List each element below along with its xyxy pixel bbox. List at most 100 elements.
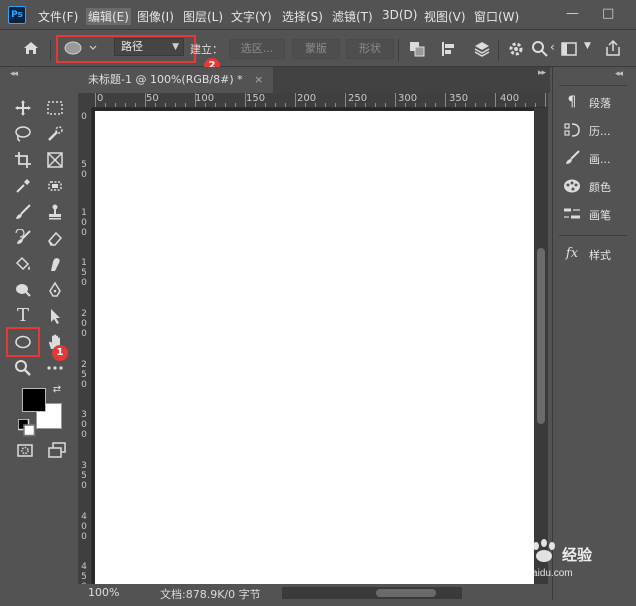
menu-select[interactable]: 选择(S) xyxy=(282,8,323,25)
paint-bucket-tool-icon[interactable] xyxy=(12,253,34,275)
ruler-h-label: 0 xyxy=(97,93,104,104)
horizontal-scrollbar[interactable] xyxy=(282,587,462,599)
eyedropper-tool-icon[interactable] xyxy=(12,175,34,197)
panel-label: 段落 xyxy=(589,97,611,110)
menu-image[interactable]: 图像(I) xyxy=(137,8,174,25)
menu-layer[interactable]: 图层(L) xyxy=(183,8,223,25)
make-shape-button[interactable]: 形状 xyxy=(346,39,394,59)
marquee-tool-icon[interactable] xyxy=(44,97,66,119)
menu-file[interactable]: 文件(F) xyxy=(38,8,78,25)
type-tool-icon[interactable]: T xyxy=(12,305,34,327)
ruler-v-label: 4 5 0 xyxy=(81,562,87,584)
ruler-h-label: 250 xyxy=(348,93,368,104)
expand-panels-icon[interactable]: ◂◂ xyxy=(615,69,623,79)
move-tool-icon[interactable] xyxy=(12,97,34,119)
annotation-highlight-ellipse-tool xyxy=(6,327,40,357)
ruler-v-label: 4 0 0 xyxy=(81,512,87,542)
menu-filter[interactable]: 滤镜(T) xyxy=(332,8,373,25)
panel-brushes[interactable]: 画笔 xyxy=(559,203,629,227)
eraser-tool-icon[interactable] xyxy=(44,227,66,249)
screen-mode-icon[interactable] xyxy=(46,439,68,461)
ruler-h-label: 150 xyxy=(246,93,266,104)
ruler-v-label: 5 0 xyxy=(81,160,87,180)
smudge-tool-icon[interactable] xyxy=(44,253,66,275)
document-tab-bar: 未标题-1 @ 100%(RGB/8#) * × xyxy=(78,67,550,93)
crop-tool-icon[interactable] xyxy=(12,149,34,171)
swap-colors-icon[interactable]: ⇄ xyxy=(50,383,64,397)
share-icon[interactable] xyxy=(604,39,622,60)
workspace-icon[interactable] xyxy=(560,40,578,61)
clone-stamp-tool-icon[interactable] xyxy=(44,201,66,223)
path-arrangement-icon[interactable] xyxy=(472,39,492,62)
menu-3d[interactable]: 3D(D) xyxy=(382,8,417,22)
panel-paragraph[interactable]: ¶ 段落 xyxy=(559,91,629,115)
collapse-toolbar-icon[interactable]: ◂◂ xyxy=(10,69,18,79)
ruler-v-label: 3 5 0 xyxy=(81,461,87,491)
maximize-button[interactable]: □ xyxy=(602,6,614,21)
close-tab-icon[interactable]: × xyxy=(254,73,263,86)
pen-tool-icon[interactable] xyxy=(44,279,66,301)
panel-brush-settings[interactable]: 画... xyxy=(559,147,629,171)
make-mask-button[interactable]: 蒙版 xyxy=(292,39,340,59)
menu-window[interactable]: 窗口(W) xyxy=(474,8,519,25)
foreground-color-swatch[interactable] xyxy=(22,388,46,412)
frame-tool-icon[interactable] xyxy=(44,149,66,171)
quick-selection-tool-icon[interactable] xyxy=(44,123,66,145)
vertical-ruler[interactable]: 0 5 0 1 0 0 1 5 0 2 0 0 2 5 0 3 0 0 3 5 … xyxy=(78,108,92,584)
vertical-scrollbar-thumb[interactable] xyxy=(537,248,545,424)
ruler-v-label: 1 5 0 xyxy=(81,258,87,288)
more-chevron-icon[interactable]: ‹ xyxy=(550,40,555,54)
gear-icon[interactable] xyxy=(507,40,525,61)
ruler-h-label: 350 xyxy=(449,93,469,104)
vertical-scrollbar[interactable] xyxy=(534,108,548,584)
watermark-url: jingyan.baidu.com xyxy=(492,568,573,579)
panel-label: 历... xyxy=(589,125,611,138)
path-selection-tool-icon[interactable] xyxy=(44,305,66,327)
ruler-v-label: 2 0 0 xyxy=(81,309,87,339)
brush-settings-icon xyxy=(563,149,581,167)
make-selection-button[interactable]: 选区... xyxy=(229,39,285,59)
panels-dock: ◂◂ ¶ 段落 历... 画... 颜色 画笔 fx 样式 xyxy=(552,67,632,600)
fx-icon: fx xyxy=(565,246,579,261)
brush-tool-icon[interactable] xyxy=(12,201,34,223)
horizontal-scrollbar-thumb[interactable] xyxy=(376,589,436,597)
color-palette-icon xyxy=(563,177,581,195)
zoom-tool-icon[interactable] xyxy=(12,357,34,379)
menu-view[interactable]: 视图(V) xyxy=(424,8,466,25)
options-bar: 路径 ▼ 2 建立： 选区... 蒙版 形状 ‹ ▼ xyxy=(0,31,636,74)
menu-bar: Ps 文件(F) 编辑(E) 图像(I) 图层(L) 文字(Y) 选择(S) 滤… xyxy=(0,0,636,30)
ruler-corner xyxy=(78,93,92,108)
menu-edit[interactable]: 编辑(E) xyxy=(86,8,131,25)
dodge-tool-icon[interactable] xyxy=(12,279,34,301)
ruler-h-label: 100 xyxy=(195,93,215,104)
history-brush-tool-icon[interactable] xyxy=(12,227,34,249)
document-tab-title: 未标题-1 @ 100%(RGB/8#) * xyxy=(88,73,243,86)
zoom-level[interactable]: 100% xyxy=(88,586,119,599)
default-colors-icon[interactable] xyxy=(17,417,36,437)
horizontal-ruler[interactable]: 0 50 100 150 200 250 300 350 400 xyxy=(92,93,548,108)
lasso-tool-icon[interactable] xyxy=(12,123,34,145)
document-info[interactable]: 文档:878.9K/0 字节 xyxy=(160,586,261,602)
menu-type[interactable]: 文字(Y) xyxy=(231,8,272,25)
path-alignment-icon[interactable] xyxy=(440,40,458,61)
panel-styles[interactable]: fx 样式 xyxy=(559,243,629,267)
search-icon[interactable] xyxy=(531,40,549,61)
ruler-h-label: 50 xyxy=(146,93,159,104)
home-icon[interactable] xyxy=(22,39,40,60)
panel-history[interactable]: 历... xyxy=(559,119,629,143)
ruler-h-label: 400 xyxy=(500,93,520,104)
path-operations-icon[interactable] xyxy=(408,40,426,61)
panel-label: 样式 xyxy=(589,249,611,262)
photoshop-logo: Ps xyxy=(8,6,26,24)
workspace-chevron-icon[interactable]: ▼ xyxy=(584,41,591,51)
panel-color[interactable]: 颜色 xyxy=(559,175,629,199)
document-canvas[interactable] xyxy=(95,111,534,584)
ruler-h-label: 300 xyxy=(398,93,418,104)
minimize-button[interactable]: — xyxy=(566,6,579,21)
quick-mask-icon[interactable] xyxy=(14,439,36,461)
canvas-viewport[interactable] xyxy=(92,108,534,584)
document-tab[interactable]: 未标题-1 @ 100%(RGB/8#) * × xyxy=(78,67,274,93)
watermark-brand-cn: 经验 xyxy=(562,546,593,564)
spot-healing-tool-icon[interactable] xyxy=(44,175,66,197)
collapse-panels-icon[interactable]: ▸▸ xyxy=(538,68,546,78)
